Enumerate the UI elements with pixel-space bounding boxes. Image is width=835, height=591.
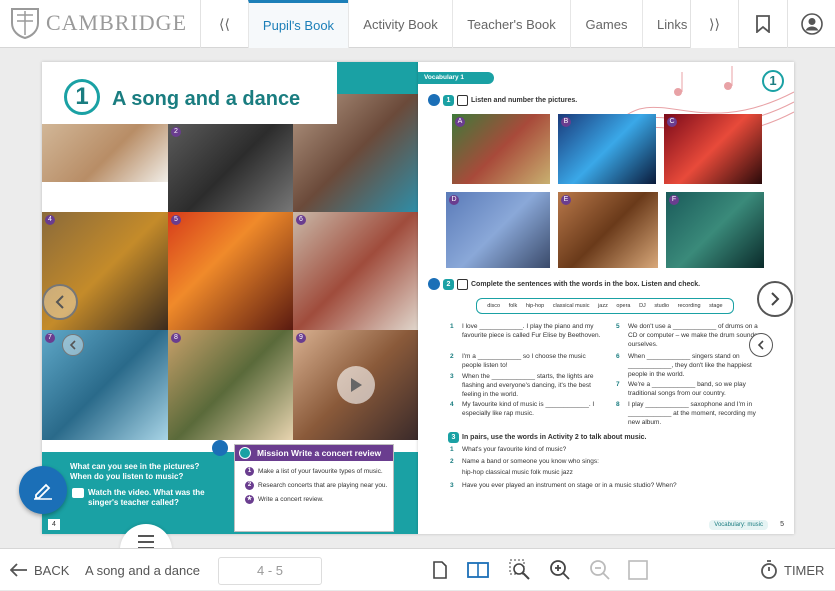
audio-icon[interactable] <box>457 278 468 290</box>
left-page-number: 4 <box>48 519 60 530</box>
zoom-out-icon <box>590 560 610 580</box>
top-toolbar: CAMBRIDGE ⟨⟨ Pupil's Book Activity Book … <box>0 0 835 48</box>
activity-2-instruction: 2 Complete the sentences with the words … <box>428 278 700 290</box>
arrow-left-icon <box>10 563 27 577</box>
sentence-3: 3 When the ____________ starts, the light… <box>450 373 594 398</box>
question-video-2: singer's teacher called? <box>88 498 179 507</box>
double-page-icon <box>467 562 489 578</box>
tab-pupils-book[interactable]: Pupil's Book <box>248 0 348 48</box>
stopwatch-icon <box>761 560 777 579</box>
tabs-next-button[interactable]: ⟩⟩ <box>690 0 738 48</box>
mission-icon <box>239 447 251 459</box>
page-range-field[interactable]: 4 - 5 <box>218 557 322 585</box>
mission-arrow-icon[interactable] <box>212 440 228 456</box>
zoom-out-button[interactable] <box>588 558 612 582</box>
pencil-icon <box>34 483 52 500</box>
photo-9-video[interactable]: 9 <box>293 330 418 440</box>
unit-number: 1 <box>64 79 100 115</box>
single-page-icon <box>433 561 447 579</box>
bookmark-button[interactable] <box>738 0 786 48</box>
mission-header: Mission Write a concert review <box>235 445 393 461</box>
hamburger-icon <box>138 535 154 549</box>
back-button[interactable]: BACK <box>10 549 69 591</box>
tabs-prev-button[interactable]: ⟨⟨ <box>200 0 248 48</box>
shield-icon <box>11 8 39 39</box>
title-band <box>337 62 418 94</box>
question-listen: When do you listen to music? <box>70 472 184 481</box>
annotate-button[interactable] <box>19 466 67 514</box>
zoom-in-icon <box>550 560 570 580</box>
zoom-in-button[interactable] <box>548 558 572 582</box>
tab-activity-book[interactable]: Activity Book <box>348 0 452 48</box>
audio-icon[interactable] <box>457 94 468 106</box>
next-page-arrow[interactable] <box>757 281 793 317</box>
zoom-area-button[interactable] <box>508 558 532 582</box>
picture-b[interactable]: B <box>558 114 656 184</box>
sentence-6: 6 When ____________ singers stand on ____… <box>616 353 752 378</box>
play-video-icon[interactable] <box>337 366 375 404</box>
prev-small-arrow-right[interactable] <box>749 333 773 357</box>
cursor-icon[interactable] <box>428 278 440 290</box>
mission-item-1: 1 Make a list of your favourite types of … <box>245 467 383 476</box>
question-video: Watch the video. What was the <box>88 488 205 497</box>
timer-button[interactable]: TIMER <box>760 549 824 591</box>
fit-page-button[interactable] <box>626 558 650 582</box>
double-page-view-button[interactable] <box>466 558 490 582</box>
prev-page-arrow[interactable] <box>42 284 78 320</box>
tab-games[interactable]: Games <box>570 0 642 48</box>
activity-3-instruction: 3 In pairs, use the words in Activity 2 … <box>448 432 647 443</box>
sentence-1: 1I love ____________. I play the piano a… <box>450 323 601 339</box>
mission-box[interactable]: Mission Write a concert review 1 Make a l… <box>234 444 394 532</box>
picture-a[interactable]: A <box>452 114 550 184</box>
picture-c[interactable]: C <box>664 114 762 184</box>
photo-2[interactable]: 2 <box>168 124 293 212</box>
cursor-icon[interactable] <box>428 94 440 106</box>
mission-item-3: ★ Write a concert review. <box>245 495 324 504</box>
question-pictures: What can you see in the pictures? <box>70 462 200 471</box>
activity-3-options: hip-hop classical music folk music jazz <box>462 469 573 476</box>
right-page: Vocabulary 1 1 1 Listen and number the p… <box>418 62 794 534</box>
cambridge-logo[interactable]: CAMBRIDGE <box>10 7 187 39</box>
book-viewer: 1 A song and a dance 1 2 3 4 5 6 7 8 9 W… <box>0 48 835 548</box>
word-box: disco folk hip-hop classical music jazz opera… <box>476 298 734 314</box>
picture-f[interactable]: F <box>666 192 764 268</box>
photo-5[interactable]: 5 <box>168 212 293 330</box>
activity-3-question-3: 3 Have you ever played an instrument on s… <box>450 482 677 489</box>
section-label: Vocabulary 1 <box>418 72 494 84</box>
single-page-view-button[interactable] <box>428 558 452 582</box>
right-page-number: 5 <box>776 519 788 530</box>
sentence-4: 4 My favourite kind of music is _________… <box>450 401 595 417</box>
photo-8[interactable]: 8 <box>168 330 293 440</box>
user-button[interactable] <box>787 0 835 48</box>
fit-page-icon <box>628 560 648 580</box>
prev-small-arrow[interactable] <box>62 334 84 356</box>
sentence-8: 8I play ____________ saxophone and I'm i… <box>616 401 756 426</box>
bottom-toolbar: BACK A song and a dance 4 - 5 TIMER <box>0 548 835 590</box>
tab-teachers-book[interactable]: Teacher's Book <box>452 0 570 48</box>
activity-1-instruction: 1 Listen and number the pictures. <box>428 94 577 106</box>
picture-e[interactable]: E <box>558 192 658 268</box>
photo-6[interactable]: 6 <box>293 212 418 330</box>
user-icon <box>800 13 823 35</box>
mission-item-2: 2 Research concerts that are playing near… <box>245 481 387 490</box>
sentence-5: 5 We don't use a ____________ of drums on… <box>616 323 758 348</box>
photo-7[interactable]: 7 <box>42 330 168 440</box>
zoom-area-icon <box>509 559 530 580</box>
left-page: 1 A song and a dance 1 2 3 4 5 6 7 8 9 W… <box>42 62 418 534</box>
vocab-footer-label: Vocabulary: music <box>709 520 768 530</box>
picture-d[interactable]: D <box>446 192 550 268</box>
unit-title-block: 1 A song and a dance <box>42 62 337 124</box>
mission-prefix: Mission <box>257 448 289 458</box>
sentence-7: 7 We're a ____________ band, so we play t… <box>616 381 746 397</box>
video-icon <box>72 488 84 498</box>
sentence-2: 2 I'm a ____________ so I choose the musi… <box>450 353 586 369</box>
tab-links[interactable]: Links <box>642 0 690 48</box>
bookmark-icon <box>755 15 770 33</box>
brand-name: CAMBRIDGE <box>46 10 188 35</box>
unit-title-footer: A song and a dance <box>85 563 200 578</box>
activity-3-question-1: 1 What's your favourite kind of music? <box>450 446 567 453</box>
mission-title: Write a concert review <box>291 448 382 458</box>
activity-3-question-2: 2 Name a band or someone you know who sin… <box>450 458 599 465</box>
unit-title: A song and a dance <box>112 88 301 110</box>
